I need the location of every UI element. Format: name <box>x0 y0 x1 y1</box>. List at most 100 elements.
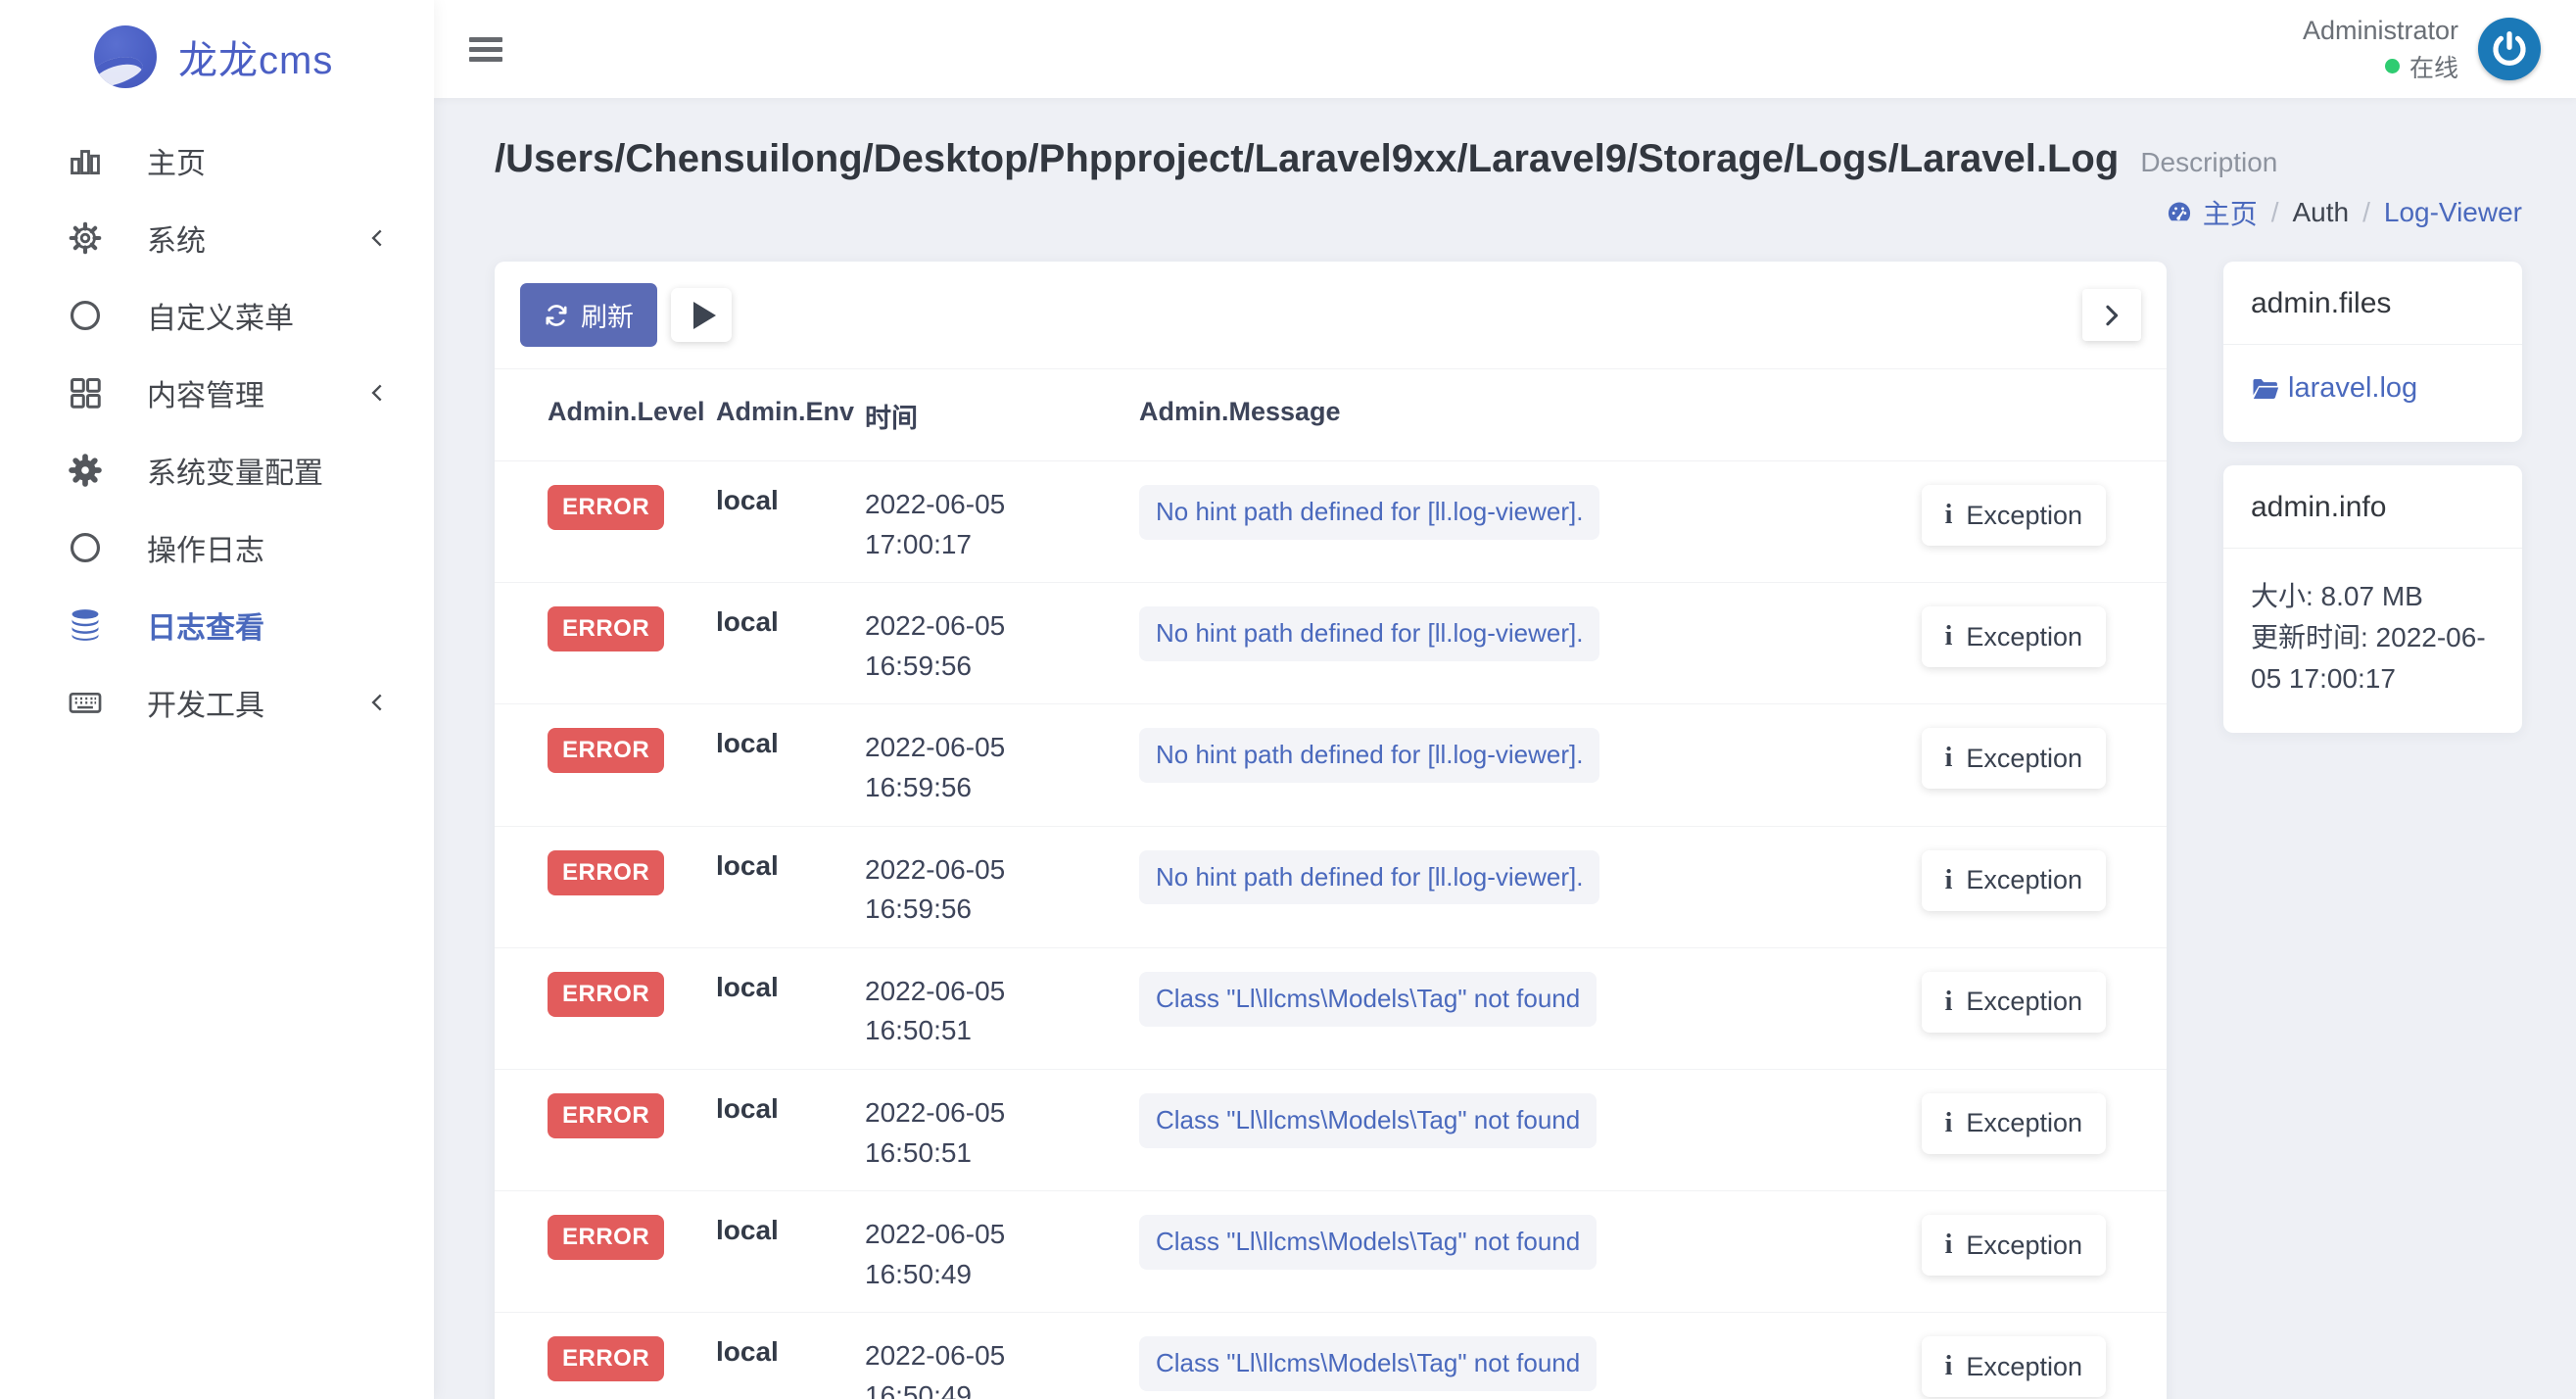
log-file-link[interactable]: laravel.log <box>2251 372 2417 405</box>
env-cell: local <box>702 1313 851 1399</box>
info-icon: i <box>1945 500 1953 531</box>
info-icon: i <box>1945 987 1953 1018</box>
time-cell: 2022-06-05 16:50:51 <box>851 948 1125 1069</box>
env-cell: local <box>702 704 851 825</box>
info-icon: i <box>1945 865 1953 896</box>
brand[interactable]: 龙龙cms <box>0 0 434 88</box>
sidebar-item-home[interactable]: 主页 <box>0 121 434 199</box>
env-cell: local <box>702 1070 851 1190</box>
exception-button[interactable]: i Exception <box>1922 972 2106 1033</box>
sidebar-item-label: 主页 <box>147 139 391 182</box>
exception-button[interactable]: i Exception <box>1922 485 2106 546</box>
exception-button[interactable]: i Exception <box>1922 1093 2106 1154</box>
log-viewer-card: 刷新 Admin.Level <box>495 262 2167 1399</box>
brand-name: 龙龙cms <box>178 28 333 85</box>
gear-icon <box>65 217 106 259</box>
page-title: /Users/Chensuilong/Desktop/Phpproject/La… <box>495 137 2119 181</box>
info-icon: i <box>1945 1351 1953 1382</box>
message-link[interactable]: No hint path defined for [ll.log-viewer]… <box>1139 728 1599 783</box>
column-header-level: Admin.Level <box>534 369 702 460</box>
message-link[interactable]: Class "Ll\llcms\Models\Tag" not found <box>1139 1093 1597 1148</box>
log-table-header: Admin.Level Admin.Env 时间 Admin.Message <box>495 369 2167 461</box>
info-icon: i <box>1945 743 1953 774</box>
message-cell: No hint path defined for [ll.log-viewer]… <box>1125 461 1883 582</box>
message-link[interactable]: No hint path defined for [ll.log-viewer]… <box>1139 606 1599 661</box>
message-cell: No hint path defined for [ll.log-viewer]… <box>1125 704 1883 825</box>
error-badge: ERROR <box>548 606 664 651</box>
chevron-left-icon <box>365 690 391 715</box>
message-cell: Class "Ll\llcms\Models\Tag" not found <box>1125 1070 1883 1190</box>
info-icon: i <box>1945 621 1953 652</box>
message-cell: Class "Ll\llcms\Models\Tag" not found <box>1125 948 1883 1069</box>
database-icon <box>65 604 106 646</box>
sidebar-menu: 主页 系统 <box>0 121 434 741</box>
action-cell: i Exception <box>1883 583 2127 703</box>
breadcrumb-home-link[interactable]: 主页 <box>2166 193 2258 232</box>
env-cell: local <box>702 461 851 582</box>
error-badge: ERROR <box>548 1215 664 1260</box>
hamburger-menu-icon[interactable] <box>469 32 504 67</box>
column-header-time: 时间 <box>851 369 1125 460</box>
sidebar: 龙龙cms 主页 <box>0 0 434 1399</box>
exception-button[interactable]: i Exception <box>1922 728 2106 789</box>
sidebar-item-label: 系统变量配置 <box>147 449 391 492</box>
time-cell: 2022-06-05 16:50:51 <box>851 1070 1125 1190</box>
info-icon: i <box>1945 1108 1953 1139</box>
message-link[interactable]: Class "Ll\llcms\Models\Tag" not found <box>1139 1215 1597 1270</box>
time-cell: 2022-06-05 16:59:56 <box>851 704 1125 825</box>
file-updated-time: 更新时间: 2022-06-05 17:00:17 <box>2251 617 2495 700</box>
message-cell: No hint path defined for [ll.log-viewer]… <box>1125 827 1883 947</box>
error-badge: ERROR <box>548 485 664 530</box>
logout-power-button[interactable] <box>2478 18 2541 80</box>
table-row: ERROR local 2022-06-05 16:59:56 No hint … <box>495 583 2167 704</box>
refresh-button[interactable]: 刷新 <box>520 283 657 347</box>
error-badge: ERROR <box>548 728 664 773</box>
time-cell: 2022-06-05 16:50:49 <box>851 1191 1125 1312</box>
level-cell: ERROR <box>534 948 702 1069</box>
next-page-button[interactable] <box>2082 289 2141 341</box>
sidebar-item-label: 操作日志 <box>147 526 391 569</box>
log-table-body: ERROR local 2022-06-05 17:00:17 No hint … <box>495 461 2167 1399</box>
play-button[interactable] <box>671 288 732 342</box>
file-size: 大小: 8.07 MB <box>2251 576 2495 617</box>
main-area: Administrator 在线 /Users/Chensuilong/Desk… <box>434 0 2576 1399</box>
level-cell: ERROR <box>534 704 702 825</box>
level-cell: ERROR <box>534 827 702 947</box>
time-cell: 2022-06-05 16:59:56 <box>851 583 1125 703</box>
time-cell: 2022-06-05 16:50:49 <box>851 1313 1125 1399</box>
sidebar-item-op-log[interactable]: 操作日志 <box>0 508 434 586</box>
exception-button[interactable]: i Exception <box>1922 1215 2106 1276</box>
sidebar-item-variables[interactable]: 系统变量配置 <box>0 431 434 508</box>
chevron-left-icon <box>365 380 391 406</box>
error-badge: ERROR <box>548 972 664 1017</box>
gear-solid-icon <box>65 450 106 491</box>
level-cell: ERROR <box>534 1070 702 1190</box>
message-link[interactable]: Class "Ll\llcms\Models\Tag" not found <box>1139 972 1597 1027</box>
level-cell: ERROR <box>534 1313 702 1399</box>
exception-button[interactable]: i Exception <box>1922 1336 2106 1397</box>
sidebar-item-log-viewer[interactable]: 日志查看 <box>0 586 434 663</box>
breadcrumb-auth: Auth <box>2292 197 2349 228</box>
exception-button[interactable]: i Exception <box>1922 606 2106 667</box>
sidebar-item-label: 内容管理 <box>147 371 365 414</box>
breadcrumb-log-viewer-link[interactable]: Log-Viewer <box>2384 197 2522 228</box>
table-row: ERROR local 2022-06-05 17:00:17 No hint … <box>495 461 2167 583</box>
sidebar-item-content[interactable]: 内容管理 <box>0 354 434 431</box>
power-icon <box>2489 28 2530 70</box>
message-link[interactable]: No hint path defined for [ll.log-viewer]… <box>1139 850 1599 905</box>
chevron-left-icon <box>365 225 391 251</box>
message-link[interactable]: Class "Ll\llcms\Models\Tag" not found <box>1139 1336 1597 1391</box>
user-status: 在线 <box>2385 49 2458 84</box>
message-link[interactable]: No hint path defined for [ll.log-viewer]… <box>1139 485 1599 540</box>
files-card-title: admin.files <box>2223 262 2522 345</box>
table-row: ERROR local 2022-06-05 16:59:56 No hint … <box>495 704 2167 826</box>
sidebar-item-custom-menu[interactable]: 自定义菜单 <box>0 276 434 354</box>
message-cell: Class "Ll\llcms\Models\Tag" not found <box>1125 1191 1883 1312</box>
sidebar-item-label: 开发工具 <box>147 681 365 724</box>
files-card: admin.files laravel.log <box>2223 262 2522 442</box>
right-column: admin.files laravel.log <box>2223 262 2522 733</box>
user-meta: Administrator 在线 <box>2303 14 2458 83</box>
exception-button[interactable]: i Exception <box>1922 850 2106 911</box>
sidebar-item-dev-tools[interactable]: 开发工具 <box>0 663 434 741</box>
sidebar-item-system[interactable]: 系统 <box>0 199 434 276</box>
